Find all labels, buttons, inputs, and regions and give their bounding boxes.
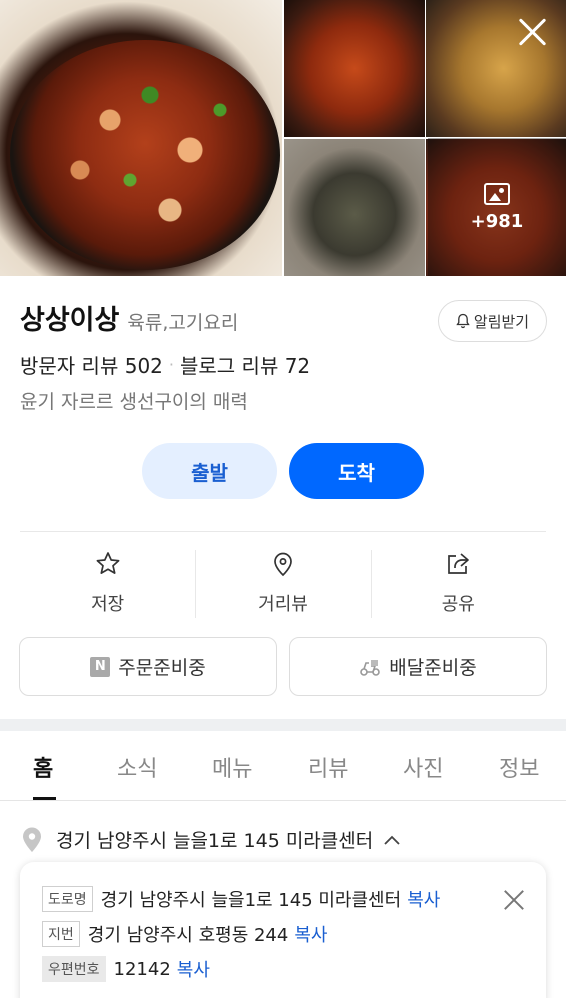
delivery-scooter-icon [360,659,381,676]
place-category: 육류,고기요리 [127,312,239,334]
place-description: 윤기 자르르 생선구이의 매력 [20,391,248,413]
delivery-label: 배달준비중 [389,657,477,679]
lot-address-tag: 지번 [42,921,80,947]
bell-icon [456,313,470,329]
save-button[interactable]: 저장 [20,548,195,618]
order-button[interactable]: N 주문준비중 [19,637,277,696]
image-icon [484,182,510,205]
copy-road-address-button[interactable]: 복사 [407,886,440,912]
photo-2[interactable] [284,0,425,137]
naver-order-icon: N [90,656,111,677]
alarm-label: 알림받기 [473,312,530,331]
more-photos-count: +981 [470,210,524,232]
tab-reviews[interactable]: 리뷰 [308,751,348,783]
address-detail-card: 도로명 경기 남양주시 늘을1로 145 미라클센터 복사 지번 경기 남양주시… [20,862,546,998]
section-gap [0,719,566,731]
map-pin-icon [274,552,292,577]
address-row[interactable]: 경기 남양주시 늘을1로 145 미라클센터 [22,826,401,853]
share-icon [448,553,470,574]
save-label: 저장 [91,594,125,615]
road-address-line: 도로명 경기 남양주시 늘을1로 145 미라클센터 복사 [42,886,440,912]
route-buttons: 출발 도착 [0,443,566,499]
lot-address: 경기 남양주시 호평동 244 [87,925,289,946]
blog-review-link[interactable]: 블로그 리뷰 72 [180,350,310,379]
divider [20,531,546,532]
photo-4[interactable] [284,139,425,276]
zip-code: 12142 [113,958,171,980]
service-buttons: N 주문준비중 배달준비중 [19,637,547,696]
address-summary: 경기 남양주시 늘을1로 145 미라클센터 [56,830,374,852]
delivery-button[interactable]: 배달준비중 [289,637,547,696]
share-button[interactable]: 공유 [370,548,546,618]
place-name: 상상이상 [20,305,120,336]
chevron-up-icon [384,835,400,845]
street-view-label: 거리뷰 [258,594,308,615]
review-summary: 방문자 리뷰 502 · 블로그 리뷰 72 [20,350,310,379]
copy-lot-address-button[interactable]: 복사 [294,921,327,947]
photo-column-1 [284,0,425,276]
tab-home[interactable]: 홈 [33,751,53,783]
title-row: 상상이상 육류,고기요리 [20,298,238,337]
separator-dot: · [168,355,174,374]
order-label: 주문준비중 [118,657,206,679]
close-address-card-button[interactable] [504,890,524,910]
location-pin-icon [23,827,41,852]
copy-zip-code-button[interactable]: 복사 [177,956,210,982]
street-view-button[interactable]: 거리뷰 [195,548,370,618]
road-address: 경기 남양주시 늘을1로 145 미라클센터 [100,890,402,911]
zip-code-tag: 우편번호 [42,956,106,982]
close-button[interactable] [516,16,548,48]
star-icon [96,552,120,574]
photo-main[interactable] [0,0,282,276]
lot-address-line: 지번 경기 남양주시 호평동 244 복사 [42,921,327,947]
action-bar: 저장 거리뷰 공유 [20,548,546,618]
visitor-review-link[interactable]: 방문자 리뷰 502 [20,350,163,379]
tab-photos[interactable]: 사진 [403,751,443,783]
arrive-button[interactable]: 도착 [289,443,424,499]
tab-bar: 홈 소식 메뉴 리뷰 사진 정보 [0,731,566,801]
depart-button[interactable]: 출발 [142,443,277,499]
tab-menu[interactable]: 메뉴 [212,751,252,783]
share-label: 공유 [441,594,475,615]
tab-news[interactable]: 소식 [117,751,157,783]
alarm-button[interactable]: 알림받기 [438,300,547,342]
road-address-tag: 도로명 [42,886,93,912]
zip-code-line: 우편번호 12142 복사 [42,956,210,982]
more-photos-overlay[interactable]: +981 [428,138,566,276]
active-tab-indicator [33,797,56,800]
tab-info[interactable]: 정보 [499,751,539,783]
